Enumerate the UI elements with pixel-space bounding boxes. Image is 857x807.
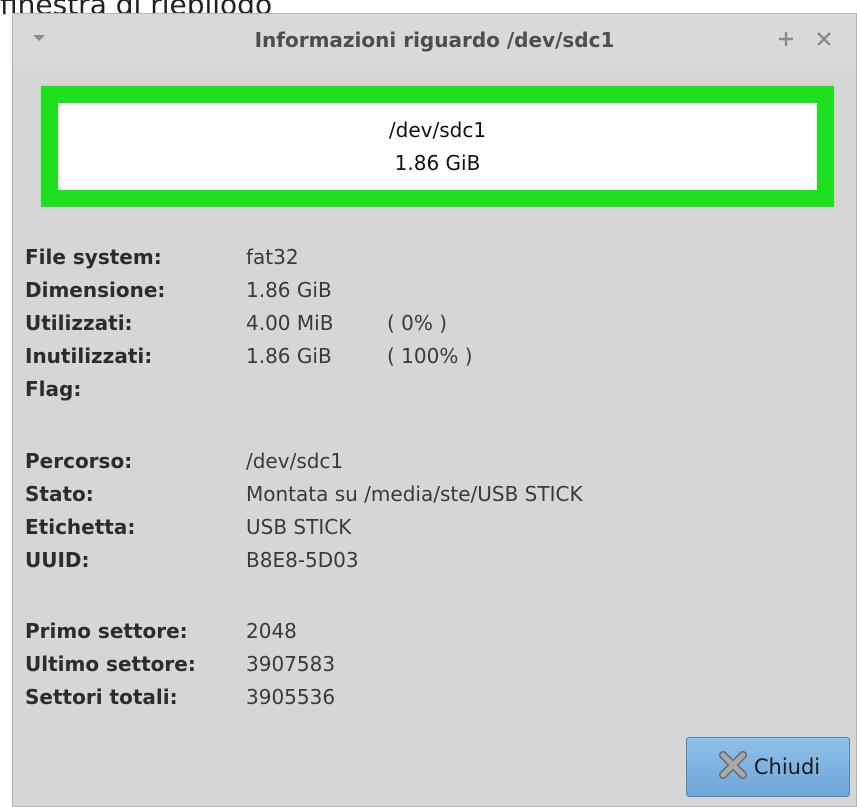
unused-percent: ( 100% ) xyxy=(387,344,473,368)
title-bar: Informazioni riguardo /dev/sdc1 xyxy=(13,14,856,66)
flag-row: Flag: xyxy=(25,373,845,406)
window-title: Informazioni riguardo /dev/sdc1 xyxy=(254,28,615,52)
filesystem-row: File system: fat32 xyxy=(25,241,845,274)
uuid-label: UUID: xyxy=(25,548,90,572)
uuid-row: UUID: B8E8-5D03 xyxy=(25,544,845,577)
size-row: Dimensione: 1.86 GiB xyxy=(25,274,845,307)
used-row: Utilizzati: 4.00 MiB ( 0% ) xyxy=(25,307,845,340)
close-button-label: Chiudi xyxy=(753,755,821,779)
size-label: Dimensione: xyxy=(25,278,166,302)
usage-section: File system: fat32 Dimensione: 1.86 GiB … xyxy=(25,241,845,406)
total-sectors-label: Settori totali: xyxy=(25,685,178,709)
unused-label: Inutilizzati: xyxy=(25,344,153,368)
flag-label: Flag: xyxy=(25,377,82,401)
sectors-section: Primo settore: 2048 Ultimo settore: 3907… xyxy=(25,615,845,714)
path-row: Percorso: /dev/sdc1 xyxy=(25,445,845,478)
partition-path: /dev/sdc1 xyxy=(388,117,487,142)
status-label: Stato: xyxy=(25,482,94,506)
unused-value: 1.86 GiB xyxy=(246,344,332,368)
volume-label-value: USB STICK xyxy=(246,515,352,539)
filesystem-label: File system: xyxy=(25,245,162,269)
first-sector-row: Primo settore: 2048 xyxy=(25,615,845,648)
filesystem-value: fat32 xyxy=(246,245,299,269)
last-sector-row: Ultimo settore: 3907583 xyxy=(25,648,845,681)
close-button[interactable]: Chiudi xyxy=(686,737,850,797)
partition-graphic: /dev/sdc1 1.86 GiB xyxy=(40,84,835,209)
label-row: Etichetta: USB STICK xyxy=(25,511,845,544)
status-value: Montata su /media/ste/USB STICK xyxy=(246,482,583,506)
used-percent: ( 0% ) xyxy=(387,311,448,335)
last-sector-label: Ultimo settore: xyxy=(25,652,196,676)
partition-size: 1.86 GiB xyxy=(394,150,481,175)
unused-row: Inutilizzati: 1.86 GiB ( 100% ) xyxy=(25,340,845,373)
path-value: /dev/sdc1 xyxy=(246,449,344,473)
partition-block: /dev/sdc1 1.86 GiB xyxy=(41,86,834,207)
path-label: Percorso: xyxy=(25,449,133,473)
used-value: 4.00 MiB xyxy=(246,311,334,335)
total-sectors-value: 3905536 xyxy=(246,685,336,709)
size-value: 1.86 GiB xyxy=(246,278,332,302)
last-sector-value: 3907583 xyxy=(246,652,336,676)
used-label: Utilizzati: xyxy=(25,311,133,335)
status-row: Stato: Montata su /media/ste/USB STICK xyxy=(25,478,845,511)
close-icon[interactable] xyxy=(811,26,837,52)
details-section: Percorso: /dev/sdc1 Stato: Montata su /m… xyxy=(25,445,845,577)
first-sector-value: 2048 xyxy=(246,619,297,643)
partition-info-dialog: Informazioni riguardo /dev/sdc1 /dev/sdc… xyxy=(12,13,857,807)
total-sectors-row: Settori totali: 3905536 xyxy=(25,681,845,714)
close-x-icon xyxy=(716,748,750,786)
volume-label-label: Etichetta: xyxy=(25,515,136,539)
first-sector-label: Primo settore: xyxy=(25,619,188,643)
uuid-value: B8E8-5D03 xyxy=(246,548,359,572)
plus-icon[interactable] xyxy=(773,26,799,52)
